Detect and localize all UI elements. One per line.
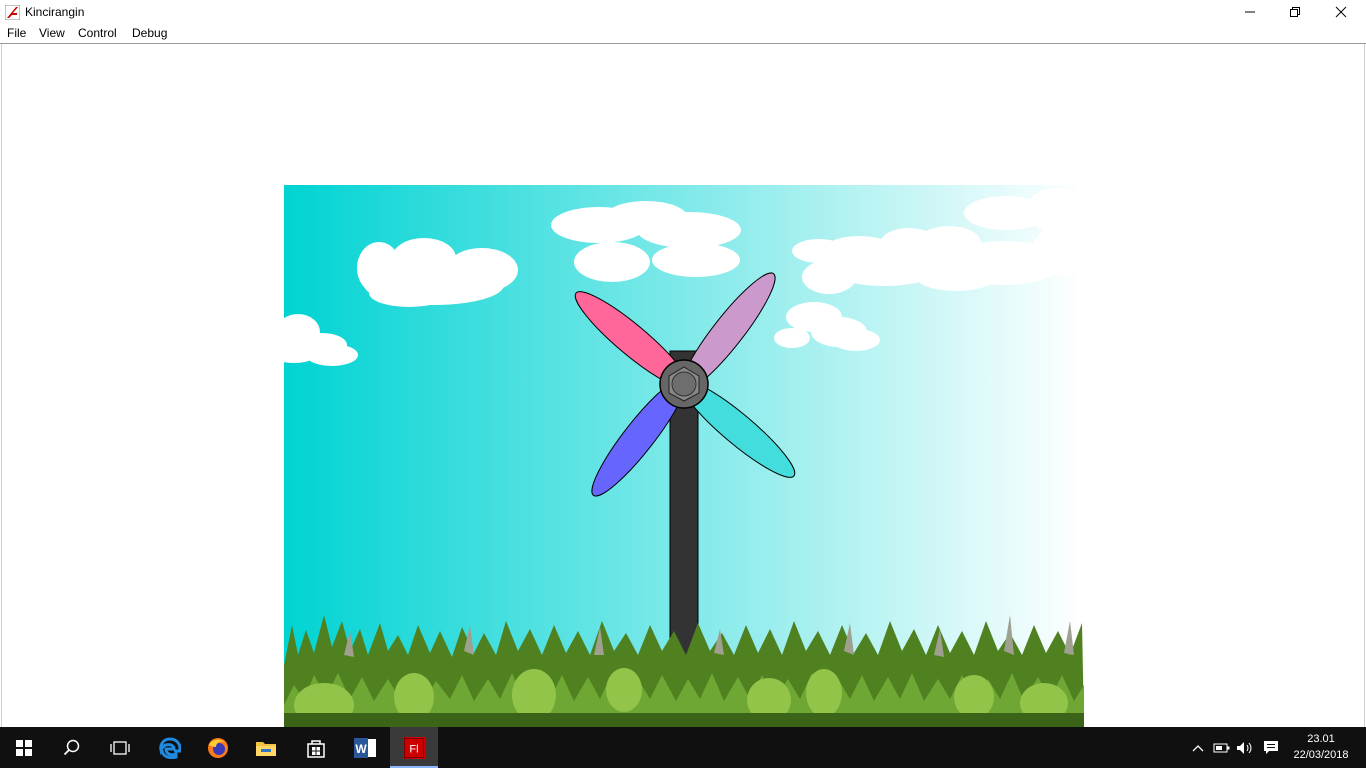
windows-start-icon: [16, 739, 32, 756]
taskbar-store[interactable]: [292, 727, 340, 768]
app-window: Kincirangin File View Control Debug: [0, 0, 1366, 727]
menu-file[interactable]: File: [7, 26, 26, 40]
notification-icon: [1264, 740, 1278, 754]
start-button[interactable]: [0, 727, 48, 768]
hub-bolt: [671, 371, 697, 397]
speaker-icon: [1237, 741, 1252, 754]
close-icon: [1335, 6, 1347, 18]
chevron-up-icon: [1192, 744, 1204, 751]
flash-icon-letter: Fl: [409, 743, 418, 755]
firefox-icon: [208, 737, 228, 758]
word-icon: W: [354, 737, 376, 758]
flash-player-icon: [5, 5, 20, 20]
minimize-button[interactable]: [1227, 0, 1273, 24]
menu-view[interactable]: View: [39, 26, 65, 40]
taskbar-file-explorer[interactable]: [242, 727, 290, 768]
minimize-icon: [1245, 11, 1255, 13]
flash-icon: Fl: [403, 736, 425, 759]
action-center-button[interactable]: [1259, 727, 1283, 768]
title-bar[interactable]: Kincirangin: [0, 0, 1366, 24]
search-button[interactable]: [48, 727, 96, 768]
task-view-icon: [110, 740, 130, 755]
tray-overflow-button[interactable]: [1188, 727, 1208, 768]
battery-button[interactable]: [1211, 727, 1233, 768]
menu-debug[interactable]: Debug: [132, 26, 167, 40]
taskbar-word[interactable]: W: [341, 727, 389, 768]
swf-content-area: [1, 44, 1365, 727]
taskbar: W Fl 23.01 22/03/2018: [0, 727, 1366, 768]
taskbar-flash-active[interactable]: Fl: [390, 727, 438, 768]
close-button[interactable]: [1318, 0, 1364, 24]
edge-icon: [159, 737, 181, 759]
battery-icon: [1213, 743, 1230, 752]
task-view-button[interactable]: [96, 727, 144, 768]
restore-button[interactable]: [1272, 0, 1318, 24]
file-explorer-icon: [256, 741, 276, 756]
taskbar-clock[interactable]: 23.01 22/03/2018: [1286, 731, 1356, 763]
restore-icon: [1290, 7, 1300, 17]
volume-button[interactable]: [1234, 727, 1256, 768]
menu-bar: File View Control Debug: [0, 24, 1366, 44]
search-icon: [63, 739, 80, 755]
taskbar-edge[interactable]: [146, 727, 194, 768]
windmill-stage[interactable]: [284, 185, 1084, 727]
window-title: Kincirangin: [25, 5, 85, 19]
word-icon-letter: W: [355, 742, 367, 756]
taskbar-firefox[interactable]: [194, 727, 242, 768]
clock-time: 23.01: [1307, 733, 1335, 745]
menu-control[interactable]: Control: [78, 26, 117, 40]
clock-date: 22/03/2018: [1293, 749, 1349, 761]
store-icon: [307, 739, 325, 758]
